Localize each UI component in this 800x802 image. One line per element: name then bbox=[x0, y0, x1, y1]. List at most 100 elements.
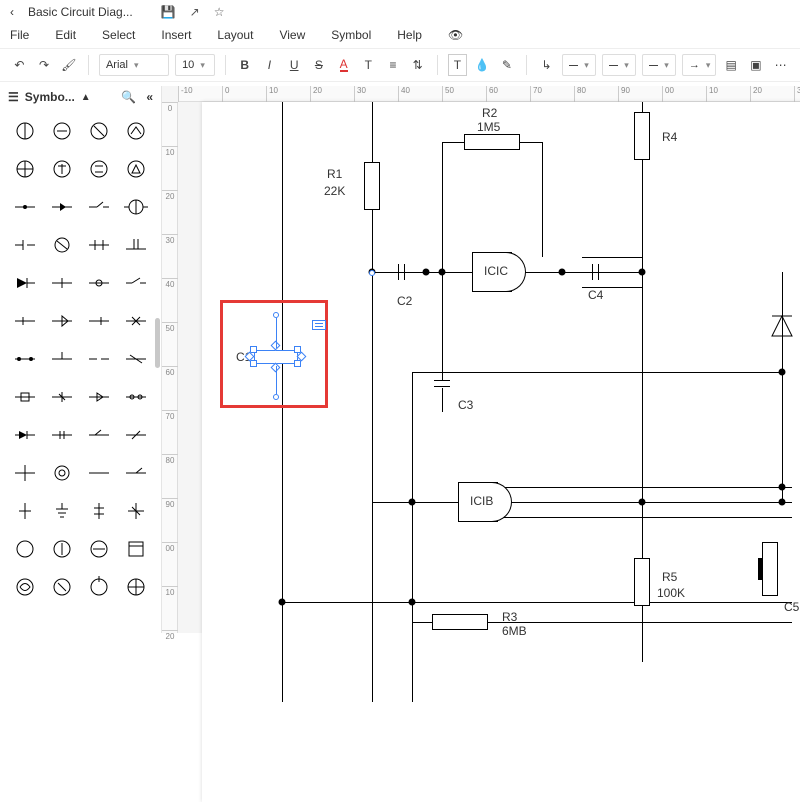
back-button[interactable]: ‹ bbox=[6, 5, 18, 19]
line-color-button[interactable]: ✎ bbox=[498, 54, 517, 76]
symbol-item[interactable] bbox=[118, 340, 155, 378]
italic-button[interactable]: I bbox=[260, 54, 279, 76]
symbol-item[interactable] bbox=[118, 150, 155, 188]
symbol-item[interactable] bbox=[118, 378, 155, 416]
symbol-item[interactable] bbox=[81, 378, 118, 416]
line-style-select[interactable]: ▾ bbox=[562, 54, 596, 76]
clear-format-button[interactable]: T bbox=[359, 54, 378, 76]
menu-select[interactable]: Select bbox=[102, 28, 135, 42]
symbol-item[interactable] bbox=[118, 112, 155, 150]
bold-button[interactable]: B bbox=[235, 54, 254, 76]
text-box-button[interactable]: T bbox=[448, 54, 467, 76]
component-diode[interactable] bbox=[768, 312, 796, 344]
menu-layout[interactable]: Layout bbox=[217, 28, 253, 42]
redo-button[interactable]: ↷ bbox=[35, 54, 54, 76]
sidebar-scrollbar[interactable] bbox=[155, 318, 160, 368]
symbol-item[interactable] bbox=[81, 530, 118, 568]
save-icon[interactable]: 💾 bbox=[161, 5, 176, 19]
symbol-item[interactable] bbox=[6, 264, 43, 302]
arrow-end-select[interactable]: →▾ bbox=[682, 54, 716, 76]
component-r3[interactable] bbox=[432, 614, 488, 630]
symbol-item[interactable] bbox=[6, 416, 43, 454]
fill-color-button[interactable]: 💧 bbox=[473, 54, 492, 76]
symbol-item[interactable] bbox=[43, 378, 80, 416]
menu-insert[interactable]: Insert bbox=[161, 28, 191, 42]
symbol-item[interactable] bbox=[118, 568, 155, 606]
symbol-item[interactable] bbox=[118, 492, 155, 530]
symbol-item[interactable] bbox=[6, 188, 43, 226]
symbol-item[interactable] bbox=[43, 340, 80, 378]
symbol-item[interactable] bbox=[43, 150, 80, 188]
symbol-item[interactable] bbox=[6, 340, 43, 378]
canvas[interactable]: -10 0 10 20 30 40 50 60 70 80 90 00 10 2… bbox=[162, 86, 800, 633]
symbol-item[interactable] bbox=[6, 378, 43, 416]
undo-button[interactable]: ↶ bbox=[10, 54, 29, 76]
symbol-item[interactable] bbox=[6, 492, 43, 530]
symbol-item[interactable] bbox=[43, 416, 80, 454]
font-family-select[interactable]: Arial▾ bbox=[99, 54, 169, 76]
symbol-item[interactable] bbox=[118, 188, 155, 226]
symbol-item[interactable] bbox=[6, 226, 43, 264]
symbol-item[interactable] bbox=[6, 150, 43, 188]
symbol-item[interactable] bbox=[6, 302, 43, 340]
symbol-item[interactable] bbox=[118, 302, 155, 340]
symbol-item[interactable] bbox=[81, 112, 118, 150]
symbol-item[interactable] bbox=[81, 302, 118, 340]
menu-file[interactable]: File bbox=[10, 28, 29, 42]
collapse-icon[interactable]: « bbox=[146, 90, 153, 104]
symbol-item[interactable] bbox=[6, 454, 43, 492]
symbol-item[interactable] bbox=[81, 226, 118, 264]
symbol-item[interactable] bbox=[6, 568, 43, 606]
symbol-item[interactable] bbox=[43, 568, 80, 606]
selection-action-icon[interactable] bbox=[312, 320, 326, 330]
symbol-item[interactable] bbox=[43, 530, 80, 568]
symbol-item[interactable] bbox=[6, 112, 43, 150]
symbol-item[interactable] bbox=[81, 150, 118, 188]
search-icon[interactable]: 🔍 bbox=[121, 90, 136, 104]
menu-help[interactable]: Help bbox=[397, 28, 422, 42]
symbol-item[interactable] bbox=[43, 492, 80, 530]
symbol-item[interactable] bbox=[43, 302, 80, 340]
font-size-select[interactable]: 10▾ bbox=[175, 54, 215, 76]
symbol-item[interactable] bbox=[118, 530, 155, 568]
layers-button[interactable]: ▤ bbox=[722, 54, 741, 76]
format-painter-button[interactable]: 🖌 bbox=[59, 54, 78, 76]
page-button[interactable]: ▣ bbox=[747, 54, 766, 76]
symbol-item[interactable] bbox=[118, 454, 155, 492]
symbol-item[interactable] bbox=[81, 264, 118, 302]
line-spacing-button[interactable]: ⇅ bbox=[408, 54, 427, 76]
component-r1[interactable] bbox=[364, 162, 380, 210]
menu-edit[interactable]: Edit bbox=[55, 28, 76, 42]
underline-button[interactable]: U bbox=[285, 54, 304, 76]
symbol-item[interactable] bbox=[43, 188, 80, 226]
symbol-item[interactable] bbox=[81, 492, 118, 530]
align-button[interactable]: ≡ bbox=[384, 54, 403, 76]
component-c5[interactable] bbox=[762, 542, 778, 596]
connector-style-button[interactable]: ↳ bbox=[537, 54, 556, 76]
symbol-item[interactable] bbox=[81, 454, 118, 492]
symbol-item[interactable] bbox=[81, 568, 118, 606]
component-r5[interactable] bbox=[634, 558, 650, 606]
menu-symbol[interactable]: Symbol bbox=[331, 28, 371, 42]
symbol-item[interactable] bbox=[81, 188, 118, 226]
drawing-page[interactable]: R1 22K R2 1M5 R4 R3 6MB R5 100K C2 bbox=[202, 102, 800, 802]
symbol-item[interactable] bbox=[43, 264, 80, 302]
menu-view[interactable]: View bbox=[279, 28, 305, 42]
font-color-button[interactable]: A bbox=[334, 54, 353, 76]
symbol-item[interactable] bbox=[6, 530, 43, 568]
symbol-item[interactable] bbox=[43, 454, 80, 492]
more-button[interactable]: ⋯ bbox=[771, 54, 790, 76]
symbol-item[interactable] bbox=[43, 112, 80, 150]
symbol-item[interactable] bbox=[81, 416, 118, 454]
line-dash-select[interactable]: ▾ bbox=[602, 54, 636, 76]
chevron-up-icon[interactable]: ▲ bbox=[81, 92, 91, 103]
symbol-item[interactable] bbox=[81, 340, 118, 378]
symbol-item[interactable] bbox=[118, 416, 155, 454]
symbol-item[interactable] bbox=[118, 226, 155, 264]
symbol-item[interactable] bbox=[43, 226, 80, 264]
component-r2[interactable] bbox=[464, 134, 520, 150]
star-icon[interactable]: ☆ bbox=[214, 5, 225, 19]
binoculars-icon[interactable]: 👁 bbox=[448, 28, 463, 42]
arrow-start-select[interactable]: ▾ bbox=[642, 54, 676, 76]
strikethrough-button[interactable]: S bbox=[310, 54, 329, 76]
